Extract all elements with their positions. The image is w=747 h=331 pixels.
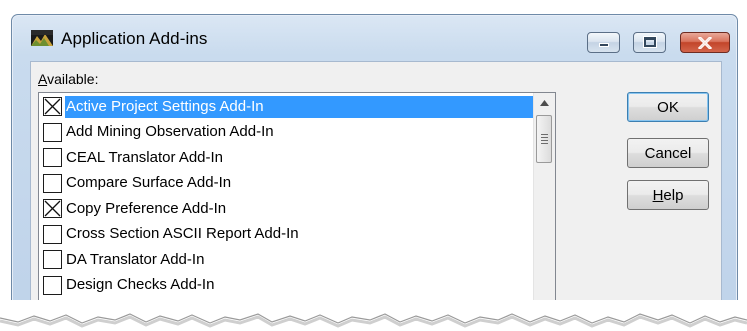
- window-title: Application Add-ins: [61, 29, 208, 48]
- addin-checkbox[interactable]: [43, 275, 62, 295]
- scroll-thumb[interactable]: [536, 115, 552, 163]
- addin-list-item[interactable]: DA Translator Add-In: [40, 247, 534, 273]
- grip-line: [540, 143, 548, 144]
- addin-list-item[interactable]: Compare Surface Add-In: [40, 171, 534, 197]
- addin-checkbox[interactable]: [43, 199, 62, 219]
- help-mnemonic: H: [652, 186, 664, 204]
- available-label-text: vailable:: [47, 71, 99, 87]
- minimize-icon: [599, 43, 609, 47]
- checkmark-x-icon: [44, 98, 61, 115]
- addin-label: Active Project Settings Add-In: [65, 95, 534, 118]
- maximize-icon: [644, 37, 656, 47]
- grip-line: [540, 140, 548, 141]
- addin-list-item[interactable]: Design Checks Add-In: [40, 273, 534, 299]
- minimize-button[interactable]: [587, 32, 620, 53]
- close-icon: [681, 33, 729, 52]
- addin-list-item[interactable]: Copy Preference Add-In: [40, 196, 534, 222]
- available-addins-list[interactable]: Active Project Settings Add-In Add Mining…: [38, 92, 556, 315]
- addin-label: CEAL Translator Add-In: [66, 148, 224, 166]
- scroll-up-button[interactable]: [534, 93, 555, 113]
- dialog-client-area: Available: Active Project Settings Add-I…: [30, 61, 722, 315]
- application-add-ins-dialog: Application Add-ins Available: Active Pr…: [11, 14, 738, 315]
- addin-checkbox[interactable]: [43, 173, 62, 193]
- close-button[interactable]: [680, 32, 730, 53]
- addin-label: Compare Surface Add-In: [66, 174, 232, 192]
- addin-list-item[interactable]: CEAL Translator Add-In: [40, 145, 534, 171]
- checkmark-x-icon: [44, 200, 61, 217]
- addin-label: Add Mining Observation Add-In: [66, 123, 274, 141]
- app-logo-icon: [31, 30, 53, 46]
- help-label: elp: [663, 186, 684, 204]
- addin-label: Copy Preference Add-In: [66, 199, 227, 217]
- torn-edge-decoration: [0, 300, 747, 328]
- addin-checkbox[interactable]: [43, 224, 62, 244]
- vertical-scrollbar[interactable]: [533, 93, 555, 315]
- grip-line: [540, 137, 548, 138]
- ok-button[interactable]: OK: [627, 92, 709, 122]
- title-bar[interactable]: Application Add-ins: [12, 15, 737, 55]
- addin-label: DA Translator Add-In: [66, 250, 205, 268]
- addin-checkbox[interactable]: [43, 250, 62, 270]
- addin-list-item[interactable]: Add Mining Observation Add-In: [40, 120, 534, 146]
- addin-checkbox[interactable]: [43, 148, 62, 168]
- cancel-button[interactable]: Cancel: [627, 138, 709, 168]
- addin-list-item[interactable]: Active Project Settings Add-In: [40, 94, 534, 120]
- grip-line: [540, 134, 548, 135]
- addin-label: Cross Section ASCII Report Add-In: [66, 225, 299, 243]
- help-button[interactable]: Help: [627, 180, 709, 210]
- addins-list-items: Active Project Settings Add-In Add Mining…: [40, 94, 534, 298]
- scroll-up-arrow-icon: [540, 100, 549, 106]
- available-label-mnemonic: A: [38, 71, 48, 87]
- addin-list-item[interactable]: Cross Section ASCII Report Add-In: [40, 222, 534, 248]
- available-label: Available:: [38, 71, 98, 87]
- addin-checkbox[interactable]: [43, 122, 62, 142]
- addin-checkbox[interactable]: [43, 97, 62, 117]
- addin-label: Design Checks Add-In: [66, 276, 215, 294]
- maximize-button[interactable]: [633, 32, 666, 53]
